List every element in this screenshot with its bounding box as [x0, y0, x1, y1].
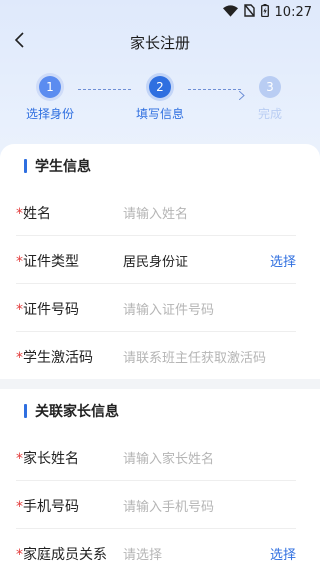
- field-label: 家长姓名: [23, 451, 79, 467]
- field-id-number[interactable]: *证件号码 请输入证件号码: [16, 284, 296, 332]
- field-label: 手机号码: [23, 499, 79, 515]
- required-mark: *: [16, 254, 23, 270]
- page-title: 家长注册: [129, 34, 190, 52]
- required-mark: *: [16, 206, 23, 222]
- no-sim-icon: [243, 4, 255, 21]
- section-student-title: 学生信息: [35, 159, 91, 175]
- step-3: 3 完成: [230, 76, 310, 122]
- required-mark: *: [16, 350, 23, 366]
- field-label: 家庭成员关系: [23, 547, 107, 563]
- step-1: 1 选择身份: [10, 76, 90, 122]
- activation-code-input[interactable]: 请联系班主任获取激活码: [123, 347, 266, 366]
- section-marker: [24, 404, 27, 418]
- step-indicator: 1 选择身份 2 填写信息 3 完成: [0, 76, 320, 136]
- step-3-number: 3: [259, 76, 281, 98]
- nav-bar: 家长注册: [0, 24, 320, 60]
- step-2: 2 填写信息: [120, 76, 200, 122]
- step-2-label: 填写信息: [135, 107, 184, 121]
- form-card: 学生信息 *姓名 请输入姓名 *证件类型 居民身份证 选择 *证件号码 请输入证…: [0, 144, 320, 570]
- field-label: 学生激活码: [23, 350, 93, 366]
- required-mark: *: [16, 499, 23, 515]
- field-label: 证件类型: [23, 254, 79, 270]
- field-activation-code[interactable]: *学生激活码 请联系班主任获取激活码: [16, 332, 296, 379]
- required-mark: *: [16, 547, 23, 563]
- step-3-label: 完成: [257, 107, 282, 121]
- parent-name-input[interactable]: 请输入家长姓名: [123, 448, 214, 467]
- field-label: 证件号码: [23, 302, 79, 318]
- field-student-name[interactable]: *姓名 请输入姓名: [16, 188, 296, 236]
- step-1-label: 选择身份: [25, 107, 74, 121]
- battery-charging-icon: [260, 4, 269, 21]
- section-parent-header: 关联家长信息: [0, 389, 320, 433]
- field-label: 姓名: [23, 206, 51, 222]
- step-2-number: 2: [149, 76, 171, 98]
- relation-select-button[interactable]: 选择: [270, 544, 296, 563]
- section-parent-title: 关联家长信息: [35, 404, 119, 420]
- wifi-icon: [222, 4, 238, 21]
- id-number-input[interactable]: 请输入证件号码: [123, 299, 214, 318]
- field-parent-name[interactable]: *家长姓名 请输入家长姓名: [16, 433, 296, 481]
- status-time: 10:27: [274, 5, 312, 20]
- field-phone[interactable]: *手机号码 请输入手机号码: [16, 481, 296, 529]
- status-bar: 10:27: [0, 0, 320, 24]
- section-student-header: 学生信息: [0, 144, 320, 188]
- phone-input[interactable]: 请输入手机号码: [123, 496, 214, 515]
- section-divider: [0, 379, 320, 389]
- required-mark: *: [16, 451, 23, 467]
- relation-input[interactable]: 请选择: [123, 544, 162, 563]
- required-mark: *: [16, 302, 23, 318]
- section-marker: [24, 159, 27, 173]
- student-name-input[interactable]: 请输入姓名: [123, 203, 188, 222]
- id-type-value: 居民身份证: [123, 255, 189, 270]
- field-id-type[interactable]: *证件类型 居民身份证 选择: [16, 236, 296, 284]
- field-relation[interactable]: *家庭成员关系 请选择 选择: [16, 529, 296, 570]
- id-type-select-button[interactable]: 选择: [270, 251, 296, 270]
- step-1-number: 1: [39, 76, 61, 98]
